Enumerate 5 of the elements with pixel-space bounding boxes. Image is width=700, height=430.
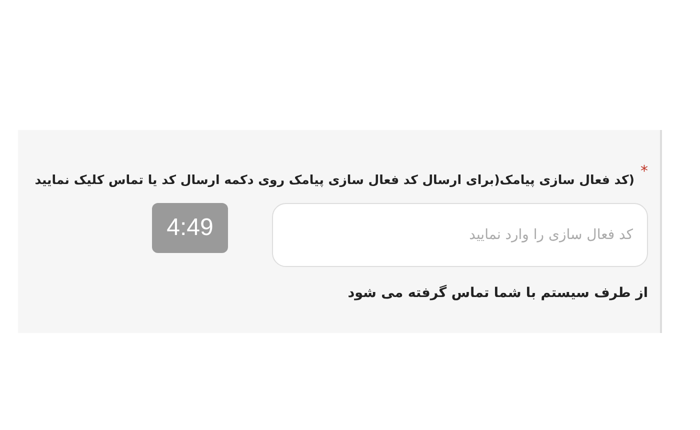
call-notice: از طرف سیستم با شما تماس گرفته می شود (346, 285, 648, 301)
required-mark: * (640, 164, 648, 179)
field-label: (کد فعال سازی پیامک(برای ارسال کد فعال سازی پیامک روی دکمه ارسال کد یا تماس کلیک نمایید (34, 172, 634, 187)
countdown-timer: 4:49 (152, 203, 228, 253)
input-field[interactable]: کد فعال سازی را وارد نمایید (272, 203, 648, 267)
